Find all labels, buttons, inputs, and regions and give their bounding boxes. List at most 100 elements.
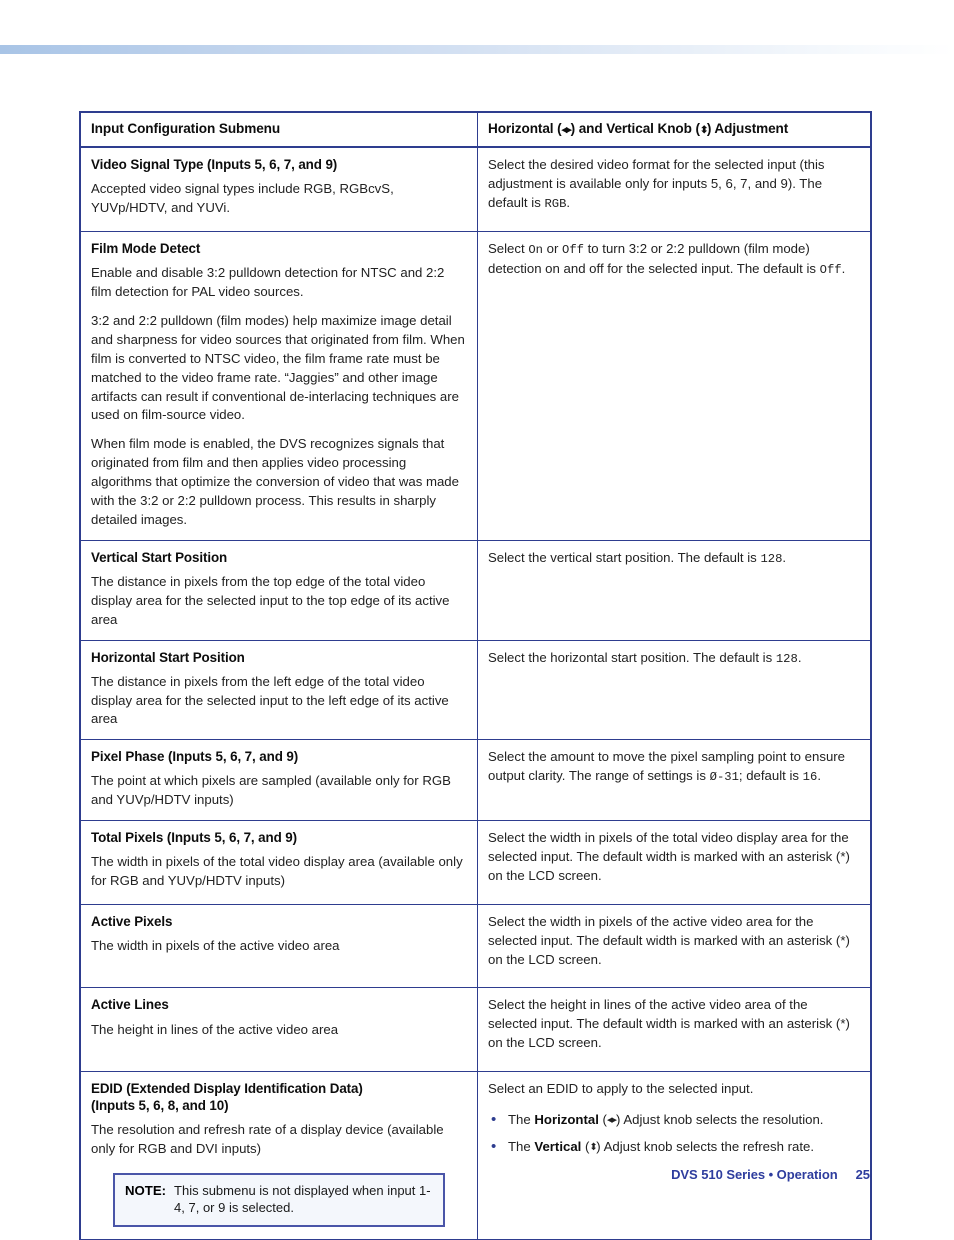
term-label: Pixel Phase (Inputs 5, 6, 7, and 9) (91, 749, 299, 765)
term-label: Video Signal Type (Inputs 5, 6, 7, and 9… (91, 157, 338, 172)
value-off: Off (562, 243, 584, 258)
table-row: Horizontal Start Position The distance i… (80, 639, 871, 741)
cell-submenu-video-signal-type: Video Signal Type (Inputs 5, 6, 7, and 9… (80, 146, 478, 233)
paren-open: ( (598, 1111, 607, 1127)
cell-submenu-vertical-start-position: Vertical Start Position The distance in … (80, 539, 478, 641)
term-description: The width in pixels of the total video d… (91, 854, 463, 889)
term-description: The height in lines of the active video … (91, 1021, 339, 1037)
cell-submenu-total-pixels: Total Pixels (Inputs 5, 6, 7, and 9) The… (80, 820, 478, 905)
table-header: Input Configuration Submenu Horizontal (… (80, 112, 871, 148)
adjustment-description: Select the horizontal start position. Th… (488, 649, 860, 668)
header-text-post: ) Adjustment (706, 121, 789, 136)
text-post: . (782, 549, 787, 565)
adjustment-description: Select the width in pixels of the total … (488, 830, 850, 883)
table-row: Vertical Start Position The distance in … (80, 539, 871, 641)
cell-adjustment-horizontal-start-position: Select the horizontal start position. Th… (477, 639, 871, 741)
term-label: Horizontal Start Position (91, 649, 245, 665)
adjustment-description: Select the height in lines of the active… (488, 997, 850, 1051)
term-label: Film Mode Detect (91, 241, 201, 257)
list-item: • The Vertical (⬍) Adjust knob selects th… (488, 1138, 860, 1157)
text-mid-1: ; default is (738, 768, 803, 784)
column-header-adjustment: Horizontal (◂▸) and Vertical Knob (⬍) Ad… (477, 112, 871, 148)
vertical-knob-icon: ⬍ (589, 1142, 597, 1154)
table-row: Active Pixels The width in pixels of the… (80, 903, 871, 989)
cell-adjustment-total-pixels: Select the width in pixels of the total … (477, 820, 871, 905)
adjustment-description: Select the desired video format for the … (488, 156, 860, 213)
text-pre: Select the horizontal start position. Th… (488, 649, 776, 665)
adjustment-description: Select the width in pixels of the active… (488, 913, 850, 967)
cell-submenu-horizontal-start-position: Horizontal Start Position The distance i… (80, 639, 478, 741)
adjustment-description: Select the amount to move the pixel samp… (488, 748, 860, 786)
term-description: When film mode is enabled, the DVS recog… (91, 436, 459, 527)
text-post: . (797, 649, 802, 665)
text-pre: Select (488, 241, 529, 257)
cell-adjustment-active-pixels: Select the width in pixels of the active… (477, 903, 871, 989)
term-description: 3:2 and 2:2 pulldown (film modes) help m… (91, 313, 465, 423)
table-row: Film Mode Detect Enable and disable 3:2 … (80, 231, 871, 541)
term-description: Enable and disable 3:2 pulldown detectio… (91, 265, 445, 300)
term-label: Total Pixels (Inputs 5, 6, 7, and 9) (91, 830, 297, 846)
note-text: This submenu is not displayed when input… (174, 1183, 431, 1216)
adjustment-description: Select the vertical start position. The … (488, 549, 860, 568)
value-128: 128 (760, 551, 783, 566)
adjustment-description: Select On or Off to turn 3:2 or 2:2 pull… (488, 240, 860, 279)
cell-submenu-film-mode-detect: Film Mode Detect Enable and disable 3:2 … (80, 231, 478, 541)
term-description: The distance in pixels from the left edg… (91, 673, 449, 727)
term-description: The resolution and refresh rate of a dis… (91, 1122, 444, 1157)
page-footer: DVS 510 Series • Operation 25 (0, 1167, 954, 1182)
cell-adjustment-film-mode-detect: Select On or Off to turn 3:2 or 2:2 pull… (477, 231, 871, 541)
value-128: 128 (775, 651, 798, 666)
cell-adjustment-active-lines: Select the height in lines of the active… (477, 987, 871, 1073)
value-on: On (528, 243, 543, 258)
term-description: The width in pixels of the active video … (91, 937, 340, 953)
input-configuration-table: Input Configuration Submenu Horizontal (… (80, 112, 871, 1240)
term-description: Accepted video signal types include RGB,… (91, 181, 394, 216)
list-item: • The Horizontal (◂▸) Adjust knob selects… (488, 1111, 860, 1130)
text-pre: Select the desired video format for the … (488, 157, 825, 210)
cell-submenu-active-lines: Active Lines The height in lines of the … (80, 987, 478, 1073)
bullet-icon: • (491, 1110, 497, 1128)
adjustment-bullet-list: • The Horizontal (◂▸) Adjust knob selects… (488, 1111, 860, 1157)
page-number: 25 (855, 1167, 870, 1182)
footer-title: DVS 510 Series • Operation (671, 1167, 838, 1182)
cell-adjustment-edid: Select an EDID to apply to the selected … (477, 1071, 871, 1240)
text-post: . (841, 260, 846, 276)
table-row: EDID (Extended Display Identification Da… (80, 1071, 871, 1240)
cell-submenu-active-pixels: Active Pixels The width in pixels of the… (80, 903, 478, 989)
term-label-line2: (Inputs 5, 6, 8, and 10) (91, 1098, 229, 1114)
table-row: Video Signal Type (Inputs 5, 6, 7, and 9… (80, 146, 871, 233)
bullet-icon: • (491, 1137, 497, 1155)
term-description: The distance in pixels from the top edge… (91, 573, 450, 627)
table-row: Active Lines The height in lines of the … (80, 987, 871, 1073)
value-default-16: 16 (802, 770, 818, 785)
column-header-submenu: Input Configuration Submenu (80, 112, 478, 148)
bullet-text-pre: The (508, 1138, 535, 1154)
value-range: Ø-31 (709, 770, 739, 785)
horizontal-knob-icon: ◂▸ (561, 123, 572, 136)
table-row: Total Pixels (Inputs 5, 6, 7, and 9) The… (80, 820, 871, 905)
header-text-pre: Horizontal ( (488, 121, 562, 136)
term-description: The point at which pixels are sampled (a… (91, 773, 451, 808)
cell-adjustment-pixel-phase: Select the amount to move the pixel samp… (477, 739, 871, 822)
table-body: Video Signal Type (Inputs 5, 6, 7, and 9… (80, 146, 871, 1240)
term-label: Vertical Start Position (91, 549, 228, 565)
term-label-line1: EDID (Extended Display Identification Da… (91, 1081, 363, 1097)
bullet-text-post: Adjust knob selects the resolution. (620, 1111, 824, 1127)
header-gradient-band (0, 45, 954, 54)
cell-adjustment-video-signal-type: Select the desired video format for the … (477, 146, 871, 233)
note-label: NOTE: (125, 1183, 167, 1199)
text-pre: Select the vertical start position. The … (488, 549, 761, 565)
cell-submenu-pixel-phase: Pixel Phase (Inputs 5, 6, 7, and 9) The … (80, 739, 478, 822)
header-text-mid: ) and Vertical Knob ( (570, 121, 700, 136)
adjustment-intro: Select an EDID to apply to the selected … (488, 1081, 754, 1097)
page-content: Input Configuration Submenu Horizontal (… (80, 112, 871, 1240)
cell-submenu-edid: EDID (Extended Display Identification Da… (80, 1071, 478, 1240)
bullet-bold-term: Vertical (534, 1138, 582, 1154)
table-row: Pixel Phase (Inputs 5, 6, 7, and 9) The … (80, 739, 871, 822)
value-rgb: RGB (544, 196, 567, 211)
bullet-bold-term: Horizontal (534, 1111, 599, 1127)
horizontal-knob-icon: ◂▸ (606, 1114, 617, 1127)
text-post: . (566, 194, 571, 210)
cell-adjustment-vertical-start-position: Select the vertical start position. The … (477, 539, 871, 641)
text-post: . (817, 768, 821, 784)
